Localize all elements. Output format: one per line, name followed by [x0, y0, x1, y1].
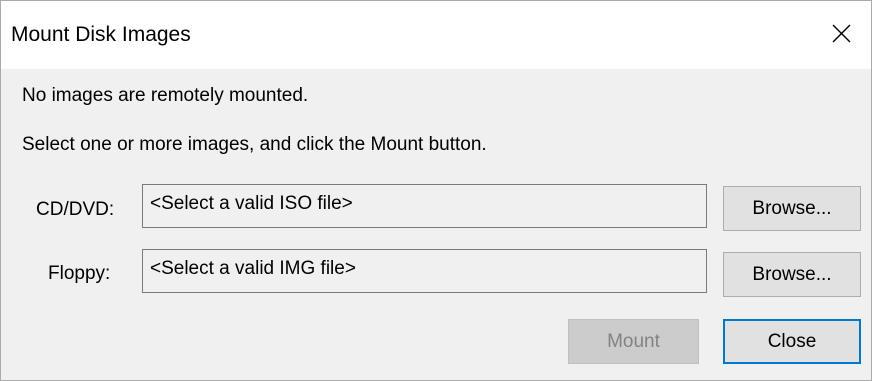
instruction-text: Select one or more images, and click the…: [22, 134, 487, 155]
floppy-file-field[interactable]: <Select a valid IMG file>: [142, 249, 707, 293]
dialog-body: No images are remotely mounted. Select o…: [1, 69, 871, 380]
browse-cd-dvd-button[interactable]: Browse...: [723, 186, 861, 231]
close-icon: [832, 24, 851, 43]
mount-disk-images-dialog: Mount Disk Images No images are remotely…: [0, 0, 872, 381]
dialog-title: Mount Disk Images: [11, 23, 191, 46]
floppy-label: Floppy:: [48, 263, 111, 284]
title-bar: Mount Disk Images: [1, 1, 871, 69]
cd-dvd-label: CD/DVD:: [36, 199, 115, 220]
close-window-button[interactable]: [811, 1, 871, 69]
browse-floppy-button[interactable]: Browse...: [723, 252, 861, 297]
mount-button[interactable]: Mount: [568, 319, 699, 364]
close-button[interactable]: Close: [723, 319, 861, 364]
mount-status-text: No images are remotely mounted.: [22, 85, 309, 106]
cd-dvd-file-field[interactable]: <Select a valid ISO file>: [142, 184, 707, 228]
